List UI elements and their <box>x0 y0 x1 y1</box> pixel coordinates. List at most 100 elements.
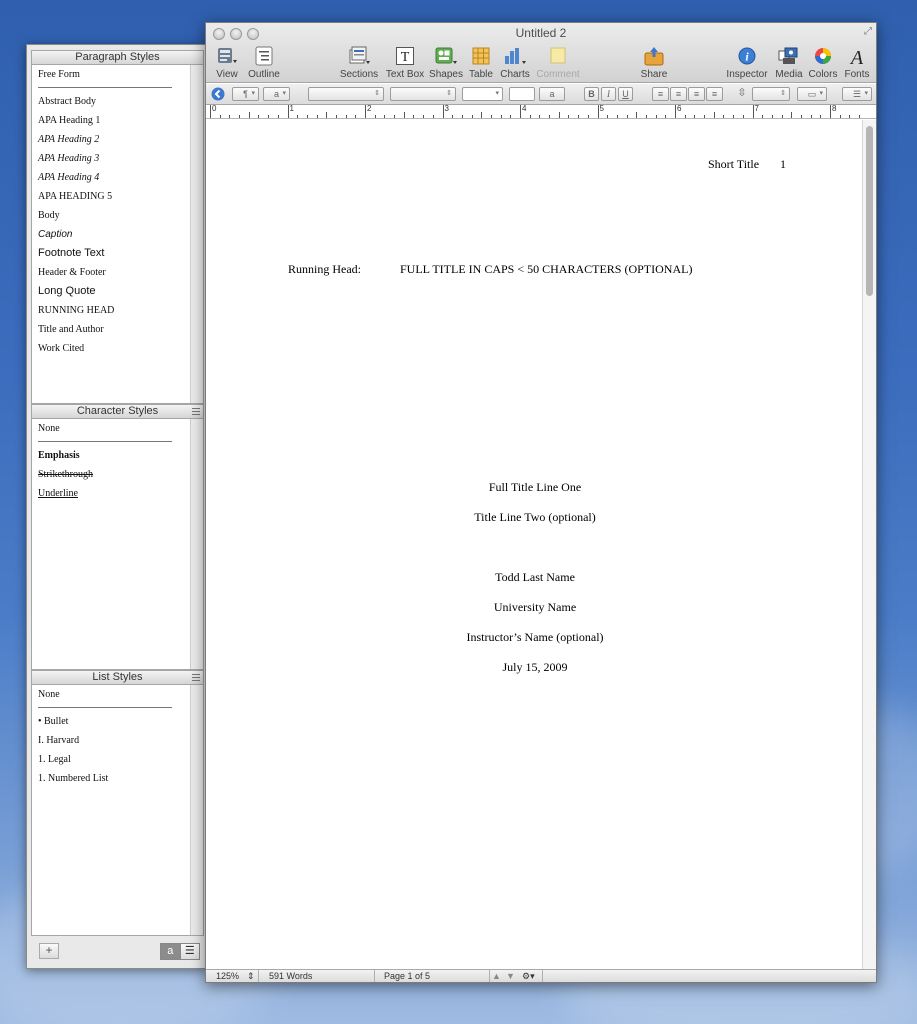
style-item-apa-heading-4[interactable]: APA Heading 4 <box>32 168 190 187</box>
document-page[interactable]: Short Title 1 Running Head: FULL TITLE I… <box>206 120 876 969</box>
style-item-apa-heading-1[interactable]: APA Heading 1 <box>32 111 190 130</box>
style-item-caption[interactable]: Caption <box>32 225 190 244</box>
toolbar-share-label: Share <box>640 69 668 80</box>
vertical-scrollbar[interactable] <box>862 120 876 969</box>
align-left-button[interactable]: ≡ <box>652 87 669 101</box>
style-item-free-form[interactable]: Free Form <box>32 65 190 85</box>
ruler-tick <box>645 115 647 118</box>
ruler-tick <box>471 115 473 118</box>
ruler[interactable]: 0 1 2 3 4 5 6 7 8 <box>206 104 876 119</box>
window-title: Untitled 2 <box>515 26 567 40</box>
next-page-icon[interactable]: ▼ <box>506 971 515 981</box>
author-name[interactable]: Todd Last Name <box>206 570 864 585</box>
toolbar-fonts-button[interactable]: A Fonts <box>830 46 884 80</box>
char-style-underline[interactable]: Underline <box>32 484 190 503</box>
list-style-bullet[interactable]: • Bullet <box>32 712 190 731</box>
paragraph-style-drawer-icon[interactable] <box>211 87 225 101</box>
char-style-emphasis[interactable]: Emphasis <box>32 446 190 465</box>
style-item-apa-heading-5[interactable]: APA HEADING 5 <box>32 187 190 206</box>
running-head-title[interactable]: FULL TITLE IN CAPS < 50 CHARACTERS (OPTI… <box>400 262 692 277</box>
character-styles-scrollbar[interactable] <box>190 419 203 669</box>
ruler-tick <box>752 105 754 118</box>
style-item-abstract-body[interactable]: Abstract Body <box>32 92 190 111</box>
header-page-number[interactable]: 1 <box>780 157 786 172</box>
ruler-tick <box>539 115 541 118</box>
style-divider <box>38 707 172 708</box>
running-head-label[interactable]: Running Head: <box>288 262 361 277</box>
ruler-tick <box>626 115 628 118</box>
document-date[interactable]: July 15, 2009 <box>206 660 864 675</box>
zoom-stepper-icon[interactable]: ⇕ <box>247 971 255 982</box>
resize-grip-icon[interactable] <box>192 674 200 681</box>
fullscreen-icon[interactable]: ⤢ <box>864 26 872 37</box>
ruler-tick <box>713 112 715 118</box>
word-count[interactable]: 591 Words <box>269 971 312 981</box>
align-center-button[interactable]: ≡ <box>670 87 687 101</box>
resize-grip-icon[interactable] <box>192 408 200 415</box>
paragraph-style-popup[interactable]: ¶ ▾ <box>232 87 259 101</box>
font-size-field[interactable]: ▾ <box>462 87 503 101</box>
char-style-none[interactable]: None <box>32 419 190 439</box>
add-style-button[interactable]: + <box>39 943 59 959</box>
ruler-tick <box>636 112 638 118</box>
list-style-none[interactable]: None <box>32 685 190 705</box>
title-line-two[interactable]: Title Line Two (optional) <box>206 510 864 525</box>
bold-button[interactable]: B <box>584 87 599 101</box>
toolbar-outline-button[interactable]: Outline <box>237 46 291 80</box>
char-style-strikethrough[interactable]: Strikethrough <box>32 465 190 484</box>
ruler-tick <box>452 115 454 118</box>
ruler-tick <box>781 115 783 118</box>
style-item-body[interactable]: Body <box>32 206 190 225</box>
character-style-popup[interactable]: a ▾ <box>263 87 290 101</box>
ruler-tick <box>520 105 521 118</box>
ruler-number: 1 <box>289 104 294 113</box>
style-item-footnote-text[interactable]: Footnote Text <box>32 244 190 263</box>
gear-icon[interactable]: ⚙▾ <box>522 971 535 982</box>
ruler-number: 6 <box>677 104 682 113</box>
list-style-legal[interactable]: 1. Legal <box>32 750 190 769</box>
toggle-list-styles-button[interactable]: ☰ <box>179 944 199 959</box>
ruler-tick <box>326 112 328 118</box>
highlight-color-well[interactable]: a <box>539 87 565 101</box>
ruler-tick <box>287 105 289 118</box>
title-line-one[interactable]: Full Title Line One <box>206 480 864 495</box>
style-item-header-footer[interactable]: Header & Footer <box>32 263 190 282</box>
ruler-tick <box>800 115 802 118</box>
style-item-apa-heading-2[interactable]: APA Heading 2 <box>32 130 190 149</box>
styles-drawer: Paragraph Styles Free Form Abstract Body… <box>26 44 206 969</box>
line-spacing-popup[interactable]: ⇕ <box>752 87 790 101</box>
toggle-character-styles-button[interactable]: a <box>161 944 180 959</box>
align-right-button[interactable]: ≡ <box>688 87 705 101</box>
list-style-harvard[interactable]: I. Harvard <box>32 731 190 750</box>
italic-button[interactable]: I <box>601 87 616 101</box>
text-color-well[interactable] <box>509 87 535 101</box>
previous-page-icon[interactable]: ▲ <box>492 971 501 981</box>
vertical-scroll-thumb[interactable] <box>866 126 873 296</box>
character-styles-list: None Emphasis Strikethrough Underline <box>32 419 190 669</box>
header-short-title[interactable]: Short Title <box>708 157 759 172</box>
zoom-level[interactable]: 125% <box>216 971 239 981</box>
style-item-apa-heading-3[interactable]: APA Heading 3 <box>32 149 190 168</box>
paragraph-styles-scrollbar[interactable] <box>190 65 203 403</box>
style-item-title-and-author[interactable]: Title and Author <box>32 320 190 339</box>
style-item-running-head[interactable]: RUNNING HEAD <box>32 301 190 320</box>
style-item-work-cited[interactable]: Work Cited <box>32 339 190 358</box>
font-family-popup[interactable]: ⇕ <box>308 87 384 101</box>
align-justify-button[interactable]: ≡ <box>706 87 723 101</box>
list-style-numbered[interactable]: 1. Numbered List <box>32 769 190 788</box>
underline-button[interactable]: U <box>618 87 633 101</box>
university-name[interactable]: University Name <box>206 600 864 615</box>
toolbar-comment-button[interactable]: Comment <box>531 46 585 80</box>
list-styles-header: List Styles <box>32 671 203 685</box>
instructor-name[interactable]: Instructor’s Name (optional) <box>206 630 864 645</box>
drawer-footer: + a ☰ <box>31 939 204 965</box>
ruler-tick <box>268 115 270 118</box>
style-item-long-quote[interactable]: Long Quote <box>32 282 190 301</box>
view-icon <box>218 48 237 63</box>
line-spacing-icon[interactable]: ⇳ <box>734 87 750 101</box>
columns-popup[interactable]: ▭ ▾ <box>797 87 827 101</box>
font-typeface-popup[interactable]: ⇕ <box>390 87 456 101</box>
list-styles-scrollbar[interactable] <box>190 685 203 935</box>
list-style-popup[interactable]: ☰ ▾ <box>842 87 872 101</box>
toolbar-share-button[interactable]: Share <box>627 46 681 80</box>
